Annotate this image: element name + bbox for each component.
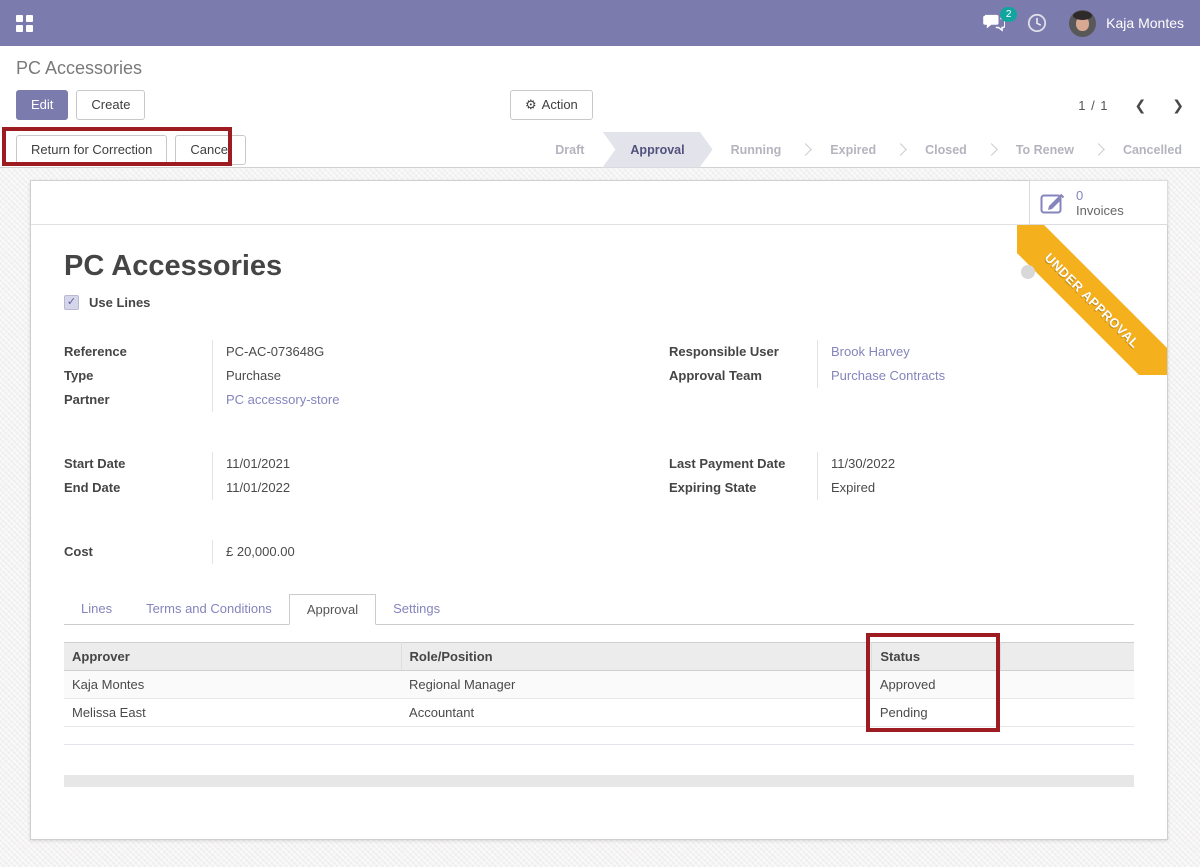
field-value: PC-AC-073648G [212,340,599,364]
field-label: Partner [64,388,212,412]
table-row[interactable]: Melissa East Accountant Pending [64,699,1134,727]
use-lines-field: ✓ Use Lines [64,295,1134,310]
tab-approval[interactable]: Approval [289,594,376,625]
pager-count: 1 / 1 [1078,98,1108,113]
state-pipeline: Draft Approval Running Expired Closed To… [537,132,1200,168]
activities-clock-icon[interactable] [1027,13,1047,33]
control-panel: Edit Create ⚙Action 1 / 1 ❮ ❯ [0,82,1200,132]
record-title: PC Accessories [64,251,1134,281]
cancel-button[interactable]: Cancel [175,135,245,165]
top-navbar: 2 Kaja Montes [0,0,1200,46]
use-lines-checkbox[interactable]: ✓ [64,295,79,310]
field-value: 11/01/2022 [212,476,599,500]
state-expired[interactable]: Expired [812,132,894,168]
field-value: Purchase [212,364,599,388]
invoices-label: Invoices [1076,203,1124,218]
cell-approver: Melissa East [64,699,401,727]
field-value: 11/01/2021 [212,452,599,476]
field-start-date: Start Date 11/01/2021 [64,452,599,476]
field-responsible-user: Responsible User Brook Harvey [669,340,1134,364]
invoices-stat-button[interactable]: 0 Invoices [1029,180,1168,225]
avatar-placeholder-dot [1021,265,1035,279]
gear-icon: ⚙ [525,97,537,112]
edit-button[interactable]: Edit [16,90,68,120]
field-group-cost: Cost £ 20,000.00 [64,540,1134,564]
chevron-separator-icon [799,143,812,156]
breadcrumb-row: PC Accessories [0,46,1200,82]
field-type: Type Purchase [64,364,599,388]
action-button[interactable]: ⚙Action [510,90,593,120]
edit-pencil-icon [1040,191,1067,215]
state-approval[interactable]: Approval [602,132,712,168]
messages-button[interactable]: 2 [983,14,1005,32]
cell-approver: Kaja Montes [64,671,401,699]
field-value: 11/30/2022 [817,452,1134,476]
column-header-empty [1000,643,1134,671]
invoices-count: 0 [1076,188,1124,203]
state-draft[interactable]: Draft [537,132,602,168]
messages-count-badge: 2 [1000,7,1017,22]
field-approval-team: Approval Team Purchase Contracts [669,364,1134,388]
breadcrumb: PC Accessories [16,58,142,78]
column-header-status: Status [872,643,1000,671]
partner-link[interactable]: PC accessory-store [226,392,339,407]
field-label: Type [64,364,212,388]
approval-table: Approver Role/Position Status Kaja Monte… [64,642,1134,727]
column-header-role: Role/Position [401,643,872,671]
field-group-dates: Start Date 11/01/2021 End Date 11/01/202… [64,452,1134,500]
tab-settings[interactable]: Settings [376,594,457,624]
tab-lines[interactable]: Lines [64,594,129,624]
table-row[interactable]: Kaja Montes Regional Manager Approved [64,671,1134,699]
user-menu[interactable]: Kaja Montes [1106,15,1184,31]
field-value: £ 20,000.00 [212,540,599,564]
table-header-row: Approver Role/Position Status [64,643,1134,671]
apps-grid-icon[interactable] [16,15,33,32]
field-label: Reference [64,340,212,364]
button-box-strip: 0 Invoices [31,181,1167,225]
field-label: Responsible User [669,340,817,364]
user-avatar[interactable] [1069,10,1096,37]
chevron-separator-icon [1092,143,1105,156]
notebook-tabs: Lines Terms and Conditions Approval Sett… [64,594,1134,625]
field-label: Start Date [64,452,212,476]
cell-status: Pending [872,699,1000,727]
tab-terms-and-conditions[interactable]: Terms and Conditions [129,594,289,624]
field-expiring-state: Expiring State Expired [669,476,1134,500]
state-cancelled[interactable]: Cancelled [1105,132,1200,168]
pager-previous-icon[interactable]: ❮ [1135,97,1147,114]
cell-role: Accountant [401,699,872,727]
status-bar: Return for Correction Cancel Draft Appro… [0,132,1200,168]
field-group-main: Reference PC-AC-073648G Type Purchase Pa… [64,340,1134,412]
cell-status: Approved [872,671,1000,699]
field-last-payment-date: Last Payment Date 11/30/2022 [669,452,1134,476]
cell-role: Regional Manager [401,671,872,699]
return-for-correction-button[interactable]: Return for Correction [16,135,167,165]
chevron-separator-icon [894,143,907,156]
field-label: End Date [64,476,212,500]
field-label: Expiring State [669,476,817,500]
table-empty-row [64,727,1134,745]
responsible-user-link[interactable]: Brook Harvey [831,344,910,359]
field-label: Cost [64,540,212,564]
state-closed[interactable]: Closed [907,132,985,168]
state-to-renew[interactable]: To Renew [998,132,1092,168]
horizontal-scrollbar[interactable] [64,775,1134,787]
field-end-date: End Date 11/01/2022 [64,476,599,500]
field-reference: Reference PC-AC-073648G [64,340,599,364]
field-cost: Cost £ 20,000.00 [64,540,599,564]
approval-team-link[interactable]: Purchase Contracts [831,368,945,383]
pager-next-icon[interactable]: ❯ [1172,97,1184,114]
field-partner: Partner PC accessory-store [64,388,599,412]
state-running[interactable]: Running [713,132,800,168]
use-lines-label: Use Lines [89,295,150,310]
field-label: Approval Team [669,364,817,388]
field-label: Last Payment Date [669,452,817,476]
content-background: 0 Invoices UNDER APPROVAL PC Accessories… [0,168,1200,867]
chevron-separator-icon [985,143,998,156]
form-sheet: 0 Invoices UNDER APPROVAL PC Accessories… [30,180,1168,840]
column-header-approver: Approver [64,643,401,671]
field-value: Expired [817,476,1134,500]
create-button[interactable]: Create [76,90,145,120]
